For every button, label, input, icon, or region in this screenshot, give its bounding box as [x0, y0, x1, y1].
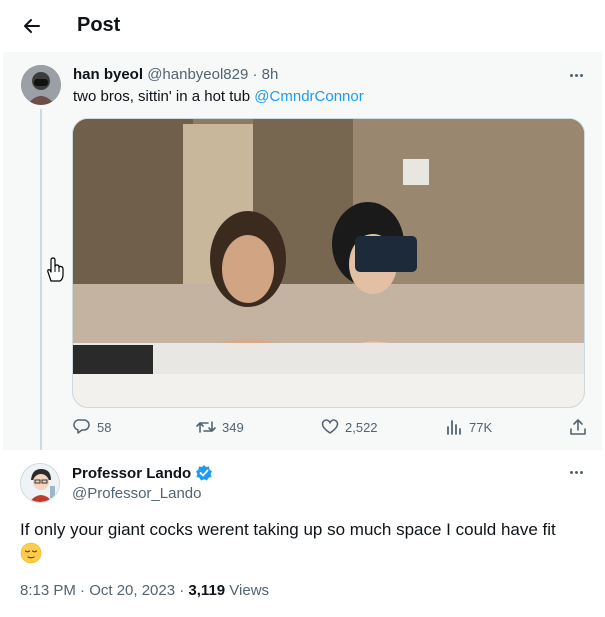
parent-post[interactable]: han byeol @hanbyeol829 · 8h two bros, si…	[3, 52, 602, 450]
reply-footer: 8:13 PM · Oct 20, 2023 · 3,119 Views	[20, 582, 269, 599]
analytics-icon	[447, 420, 461, 435]
page-title: Post	[77, 14, 121, 36]
share-icon	[570, 419, 586, 435]
reply-author-row: Professor Lando	[72, 464, 213, 482]
avatar-image-icon	[21, 65, 61, 105]
share-button[interactable]	[569, 418, 587, 436]
reply-views-count: 3,119	[188, 582, 226, 599]
views-count: 77K	[469, 419, 493, 435]
back-button[interactable]	[18, 12, 46, 40]
parent-timestamp[interactable]: 8h	[262, 66, 279, 83]
more-dots-icon	[569, 470, 583, 474]
parent-avatar[interactable]	[21, 65, 61, 105]
parent-meta: han byeol @hanbyeol829 · 8h	[73, 66, 278, 83]
heart-icon	[321, 419, 339, 434]
parent-more-button[interactable]	[566, 65, 586, 85]
views-button[interactable]: 77K	[445, 418, 492, 436]
more-dots-icon	[569, 73, 583, 77]
reply-author-handle[interactable]: @Professor_Lando	[72, 485, 201, 502]
hand-cursor-icon	[44, 257, 66, 288]
reply-avatar[interactable]	[20, 463, 60, 503]
thread-line	[40, 109, 42, 450]
back-arrow-icon	[24, 19, 40, 33]
avatar-cartoon-icon	[21, 464, 59, 502]
reply-button[interactable]: 58	[73, 418, 111, 436]
photo-icon	[73, 119, 584, 407]
repost-icon	[196, 421, 216, 433]
parent-post-text: two bros, sittin' in a hot tub @CmndrCon…	[73, 88, 364, 105]
repost-count: 349	[222, 419, 244, 435]
reply-text: If only your giant cocks werent taking u…	[20, 518, 590, 571]
reply-icon	[73, 419, 90, 434]
like-button[interactable]: 2,522	[321, 418, 378, 436]
parent-author-name[interactable]: han byeol	[73, 66, 143, 83]
reply-body: If only your giant cocks werent taking u…	[20, 520, 556, 539]
relieved-face-emoji-icon	[20, 542, 42, 571]
verified-badge-icon[interactable]	[195, 464, 213, 482]
post-header: Post	[0, 0, 605, 52]
parent-post-body: two bros, sittin' in a hot tub	[73, 88, 255, 105]
like-count: 2,522	[345, 419, 378, 435]
post-actions: 58 349 2,522 77K	[73, 418, 589, 442]
repost-button[interactable]: 349	[196, 418, 244, 436]
meta-separator: ·	[252, 66, 258, 83]
reply-timestamp[interactable]: 8:13 PM · Oct 20, 2023 ·	[20, 582, 188, 599]
reply-count: 58	[97, 419, 112, 435]
reply-more-button[interactable]	[566, 462, 586, 482]
reply-author-name[interactable]: Professor Lando	[72, 465, 191, 482]
parent-author-handle[interactable]: @hanbyeol829	[147, 66, 248, 83]
mention-link[interactable]: @CmndrConnor	[254, 88, 363, 105]
post-photo[interactable]	[72, 118, 585, 408]
reply-views-label: Views	[225, 582, 270, 599]
